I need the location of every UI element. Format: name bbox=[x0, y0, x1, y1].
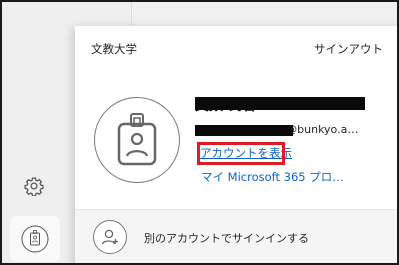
sign-in-another-account-button[interactable]: 別のアカウントでサインインする bbox=[75, 209, 397, 263]
email-redaction bbox=[195, 125, 293, 136]
id-badge-icon bbox=[21, 225, 49, 253]
highlight-annotation bbox=[197, 142, 285, 165]
settings-button[interactable] bbox=[20, 172, 48, 200]
sign-out-link[interactable]: サインアウト bbox=[314, 41, 383, 57]
account-avatar bbox=[94, 97, 180, 183]
my-microsoft-365-link[interactable]: マイ Microsoft 365 プロ… bbox=[201, 169, 344, 185]
add-person-icon bbox=[93, 220, 127, 254]
account-manager-button[interactable] bbox=[10, 216, 60, 262]
account-panel: 文教大学 サインアウト 実数 氏名 123157 xxxxxxxxxxxxxx@… bbox=[75, 26, 397, 263]
id-badge-icon bbox=[117, 113, 157, 166]
gear-icon bbox=[24, 177, 44, 196]
window-frame: 文教大学 サインアウト 実数 氏名 123157 xxxxxxxxxxxxxx@… bbox=[0, 0, 399, 265]
email-domain: @bunkyo.a… bbox=[286, 123, 359, 136]
organization-name: 文教大学 bbox=[91, 42, 137, 56]
name-redaction bbox=[195, 97, 365, 110]
sign-in-another-account-label: 別のアカウントでサインインする bbox=[144, 232, 309, 245]
